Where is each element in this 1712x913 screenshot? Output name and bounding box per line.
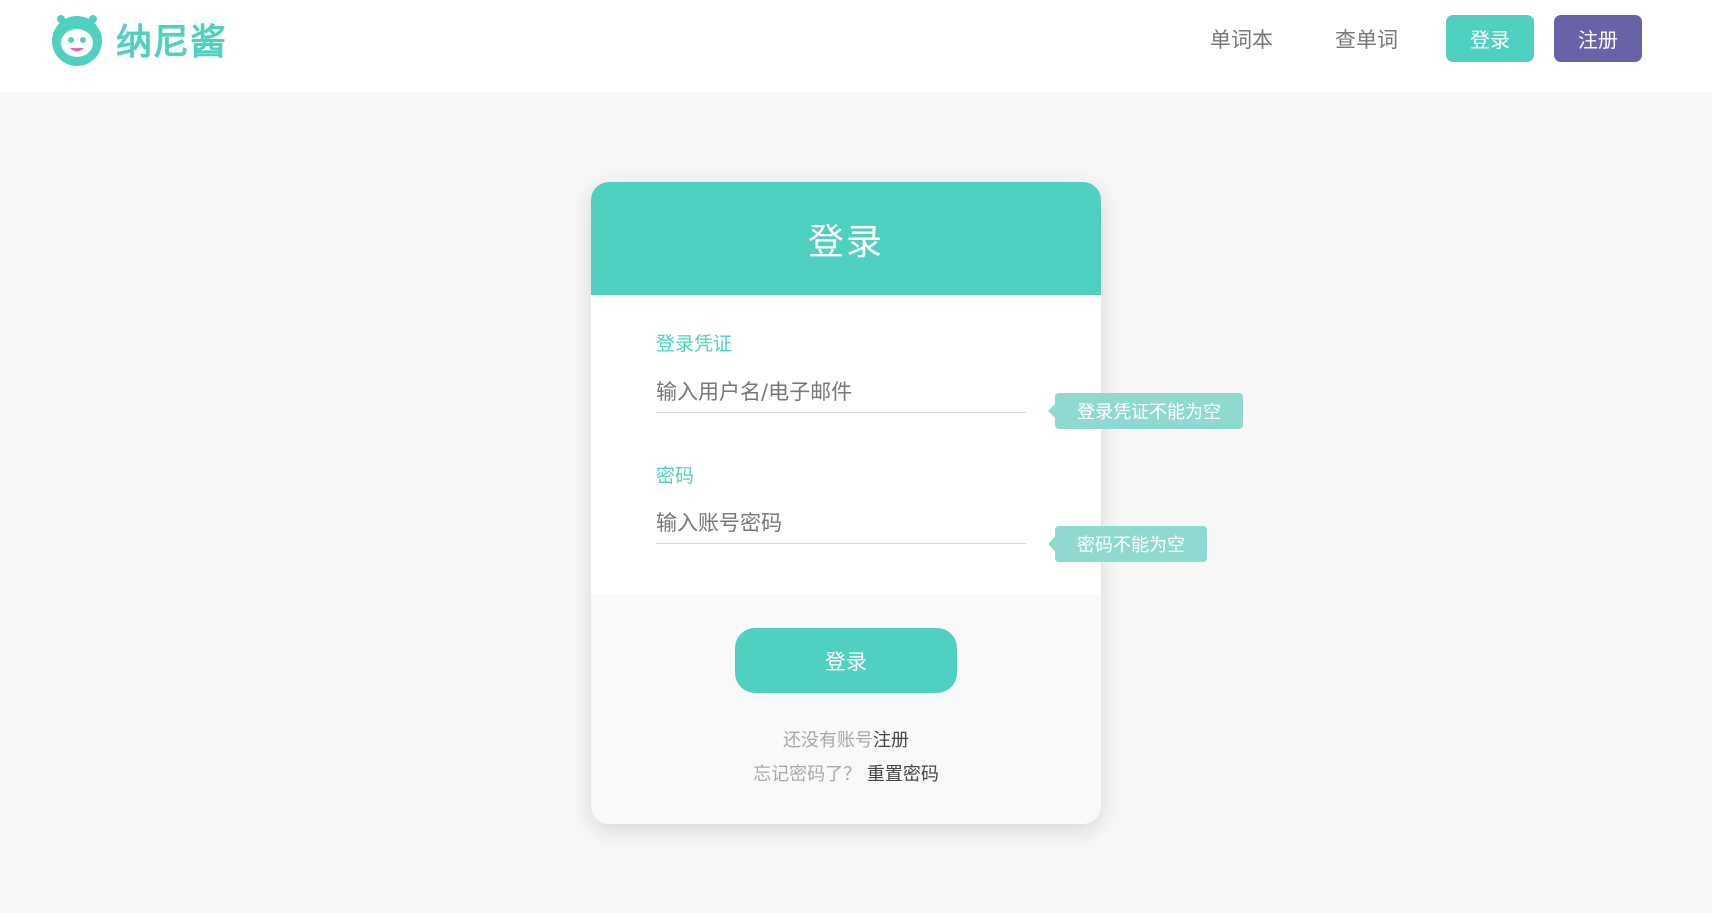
register-prompt: 还没有账号注册 bbox=[591, 726, 1101, 752]
credential-input[interactable] bbox=[656, 371, 1026, 413]
login-submit-button[interactable]: 登录 bbox=[735, 628, 957, 693]
password-error-tooltip: 密码不能为空 bbox=[1048, 526, 1207, 562]
credential-error-tooltip: 登录凭证不能为空 bbox=[1048, 393, 1243, 429]
login-card-header: 登录 bbox=[591, 182, 1101, 295]
register-link[interactable]: 注册 bbox=[873, 730, 909, 751]
login-form: 登录凭证 密码 bbox=[591, 295, 1101, 594]
login-card-footer: 登录 还没有账号注册 忘记密码了？ 重置密码 bbox=[591, 594, 1101, 824]
nav-wordbook-link[interactable]: 单词本 bbox=[1210, 24, 1273, 54]
header-register-button[interactable]: 注册 bbox=[1554, 15, 1642, 62]
mascot-logo-icon bbox=[52, 15, 102, 66]
reset-prompt: 忘记密码了？ 重置密码 bbox=[591, 760, 1101, 786]
reset-password-link[interactable]: 重置密码 bbox=[867, 764, 939, 785]
no-account-text: 还没有账号 bbox=[783, 730, 873, 751]
password-input[interactable] bbox=[656, 502, 1026, 544]
login-card: 登录 登录凭证 密码 登录 还没有账号注册 忘记密码了？ 重置密码 bbox=[591, 182, 1101, 824]
credential-label: 登录凭证 bbox=[656, 333, 733, 355]
logo[interactable]: 纳尼酱 bbox=[48, 10, 227, 68]
top-nav: 单词本 查单词 登录 注册 bbox=[1210, 15, 1642, 62]
forgot-password-text: 忘记密码了？ bbox=[753, 764, 862, 785]
top-header: 纳尼酱 单词本 查单词 登录 注册 bbox=[0, 0, 1712, 92]
login-title: 登录 bbox=[807, 221, 884, 263]
password-label: 密码 bbox=[656, 465, 695, 487]
nav-lookup-link[interactable]: 查单词 bbox=[1335, 24, 1398, 54]
logo-text: 纳尼酱 bbox=[116, 22, 228, 63]
header-login-button[interactable]: 登录 bbox=[1446, 15, 1534, 62]
